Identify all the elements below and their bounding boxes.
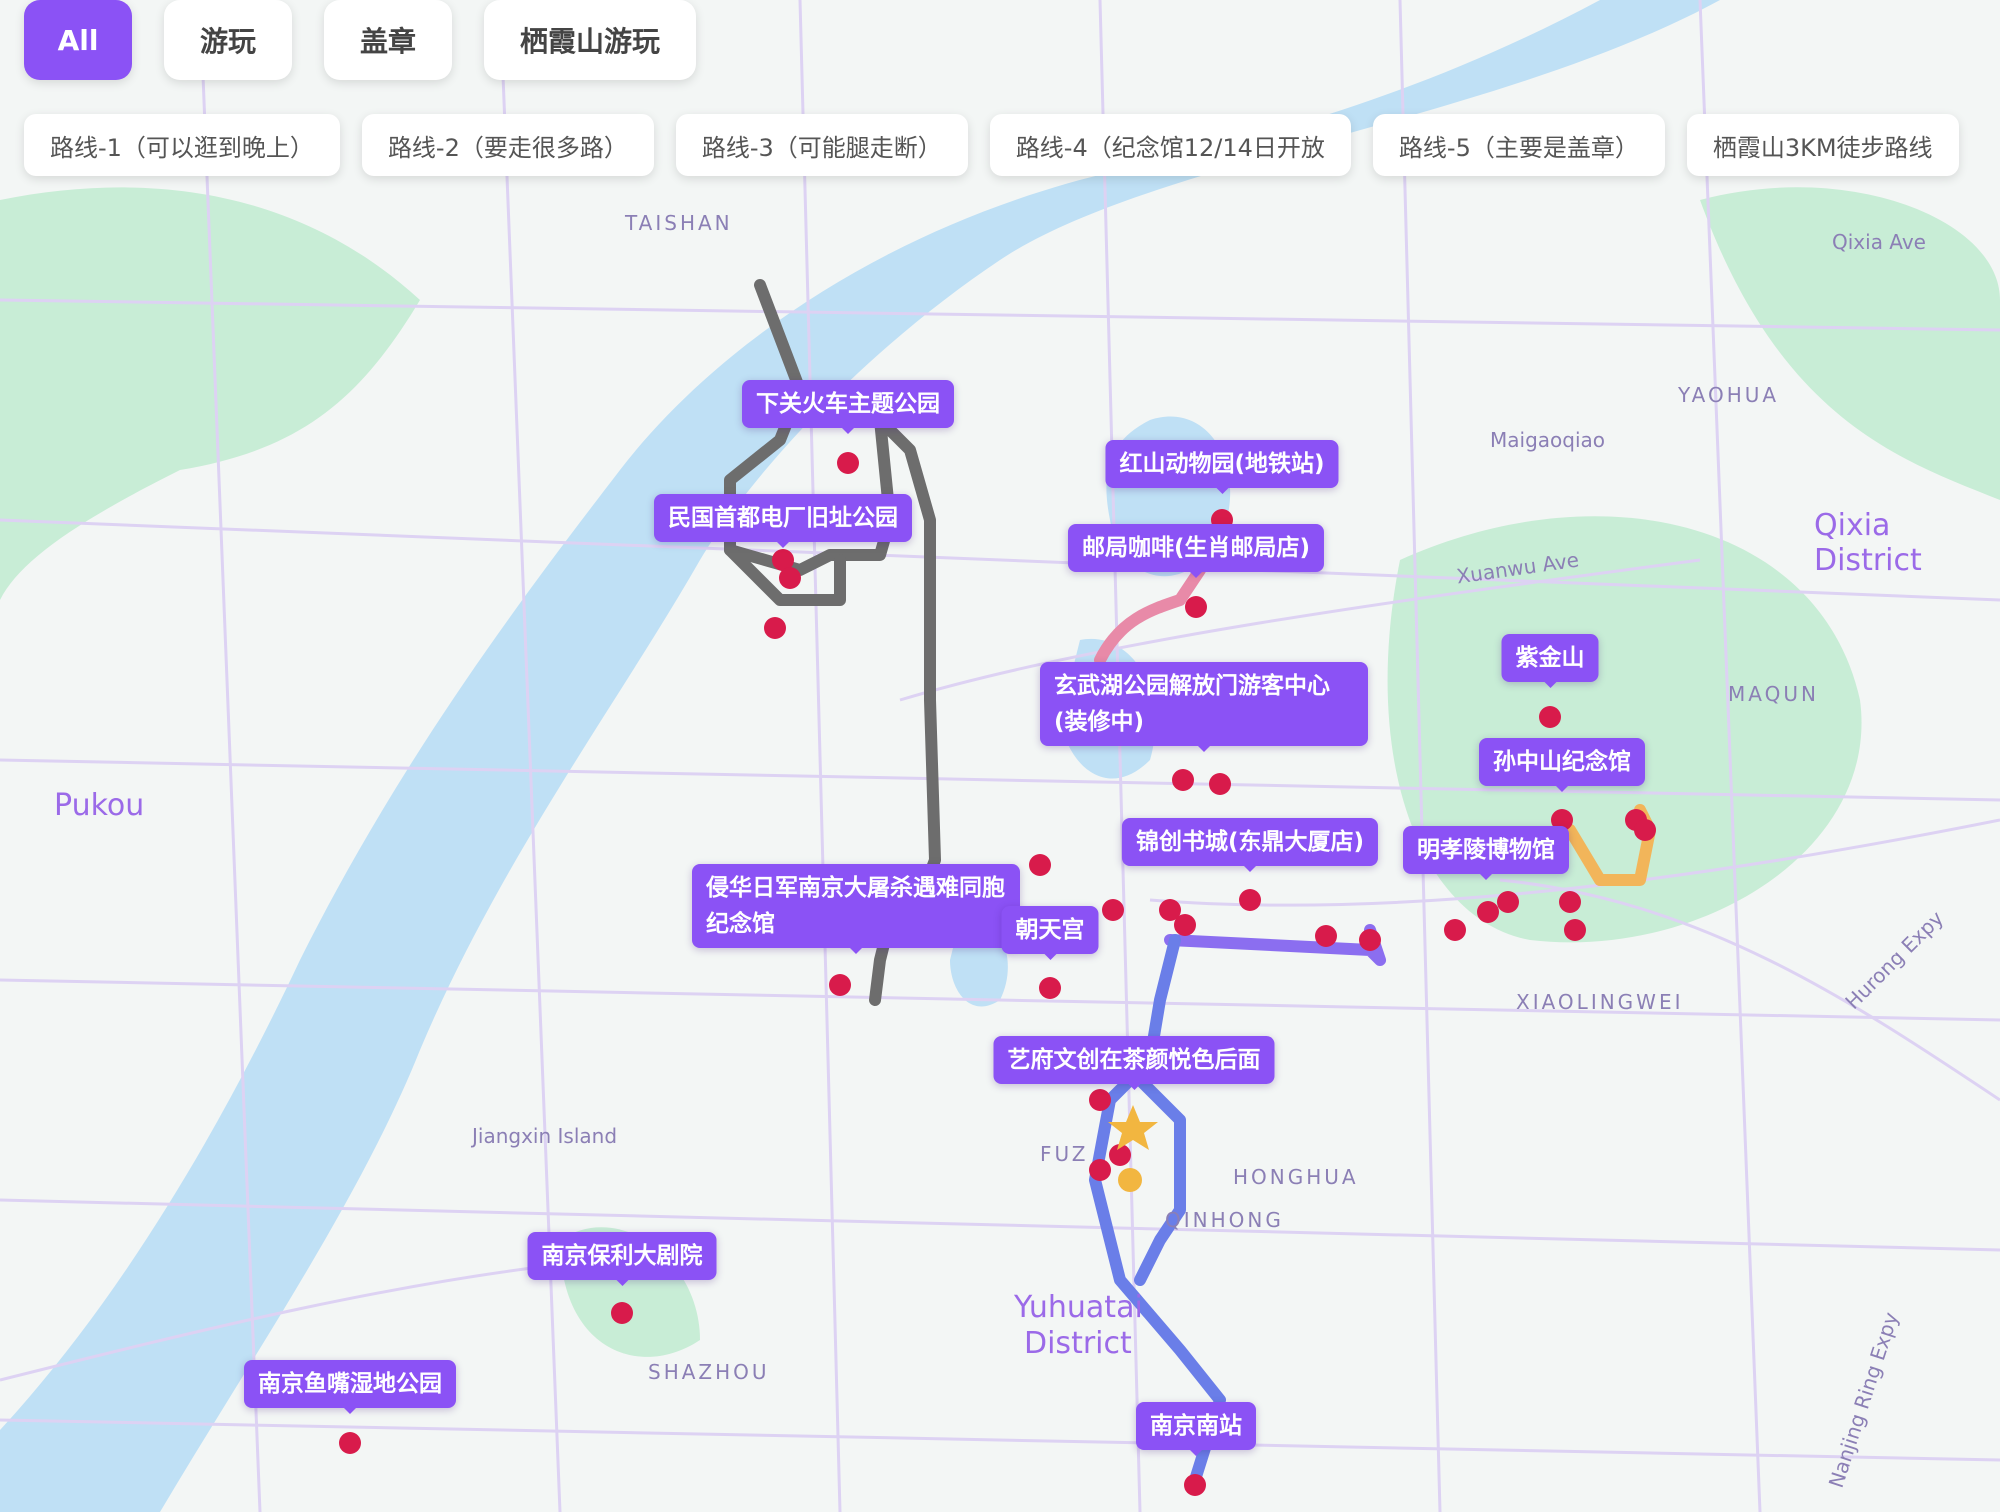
place-label[interactable]: 孙中山纪念馆 (1479, 738, 1645, 792)
area-label-fuz: FUZ (1040, 1142, 1089, 1166)
district-label-qixia: Qixia District (1814, 508, 1922, 578)
district-label-yuhuatai: Yuhuatai (1014, 1290, 1143, 1325)
tab-stamp[interactable]: 盖章 (324, 0, 453, 80)
route-chip-2[interactable]: 路线-2（要走很多路） (361, 114, 654, 176)
district-label-district: District (1024, 1326, 1132, 1361)
place-label[interactable]: 南京鱼嘴湿地公园 (244, 1360, 456, 1414)
place-label[interactable]: 侵华日军南京大屠杀遇难同胞纪念馆 (692, 864, 1020, 954)
area-label-taishan: TAISHAN (625, 211, 733, 235)
area-label-honghua: HONGHUA (1233, 1165, 1359, 1189)
route-chip-bar: 路线-1（可以逛到晚上） 路线-2（要走很多路） 路线-3（可能腿走断） 路线-… (24, 114, 1959, 176)
place-label[interactable]: 锦创书城(东鼎大厦店) (1121, 818, 1379, 872)
route-chip-5[interactable]: 路线-5（主要是盖章） (1372, 114, 1665, 176)
route-chip-qixia-hike[interactable]: 栖霞山3KM徒步路线 (1686, 114, 1959, 176)
place-label[interactable]: 紫金山 (1501, 634, 1599, 688)
route-chip-3[interactable]: 路线-3（可能腿走断） (675, 114, 968, 176)
area-label-yaohua: YAOHUA (1678, 383, 1780, 407)
island-label-jiangxin: Jiangxin Island (472, 1124, 618, 1148)
tab-qixia-mountain[interactable]: 栖霞山游玩 (484, 0, 697, 80)
place-label[interactable]: 民国首都电厂旧址公园 (654, 494, 912, 548)
place-label[interactable]: 红山动物园(地铁站) (1105, 440, 1339, 494)
district-label-pukou: Pukou (54, 788, 145, 823)
place-label[interactable]: 明孝陵博物馆 (1403, 826, 1569, 880)
place-label[interactable]: 南京南站 (1136, 1402, 1256, 1456)
route-chip-4[interactable]: 路线-4（纪念馆12/14日开放 (989, 114, 1351, 176)
area-label-maigaoqiao: Maigaoqiao (1490, 428, 1605, 452)
category-tabs: All 游玩 盖章 栖霞山游玩 (24, 0, 697, 80)
area-label-shazhou: SHAZHOU (648, 1360, 770, 1384)
place-label[interactable]: 南京保利大剧院 (527, 1232, 717, 1286)
place-label[interactable]: 邮局咖啡(生肖邮局店) (1067, 524, 1325, 578)
route-chip-1[interactable]: 路线-1（可以逛到晚上） (24, 114, 340, 176)
map-canvas[interactable] (0, 0, 2000, 1512)
road-label-qixia-ave: Qixia Ave (1832, 230, 1926, 254)
area-label-maqun: MAQUN (1728, 682, 1819, 706)
place-label[interactable]: 玄武湖公园解放门游客中心(装修中) (1040, 662, 1368, 752)
place-label[interactable]: 艺府文创在茶颜悦色后面 (993, 1036, 1275, 1090)
tab-play[interactable]: 游玩 (164, 0, 293, 80)
area-label-xiaolingwei: XIAOLINGWEI (1516, 990, 1684, 1014)
area-label-qinhong: QINHONG (1165, 1208, 1284, 1232)
place-label[interactable]: 朝天宫 (1001, 906, 1099, 960)
place-label[interactable]: 下关火车主题公园 (742, 380, 954, 434)
tab-all[interactable]: All (24, 0, 132, 80)
